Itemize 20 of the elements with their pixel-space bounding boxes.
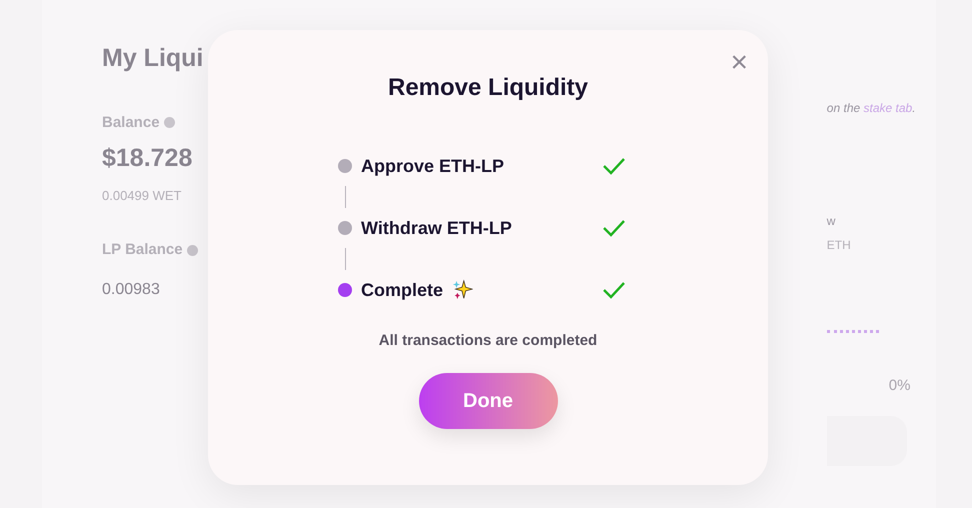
lp-balance-label: LP Balance <box>102 240 183 260</box>
section-title: My Liqui <box>102 43 204 74</box>
step-label: Withdraw ETH-LP <box>361 216 512 240</box>
close-button[interactable]: × <box>726 48 752 78</box>
balance-weth: 0.00499 WET <box>102 186 182 204</box>
balance-label: Balance <box>102 112 160 132</box>
column-value: ETH <box>826 237 852 254</box>
modal-title: Remove Liquidity <box>388 73 588 103</box>
percent-value: 0% <box>888 376 912 396</box>
hint-text: on the stake tab. <box>826 100 917 117</box>
balance-value: $18.728 <box>102 143 194 174</box>
column-label: w <box>826 213 836 230</box>
lp-balance-value: 0.00983 <box>102 280 161 300</box>
help-icon <box>164 117 175 128</box>
status-message: All transactions are completed <box>378 331 598 351</box>
dotted-line <box>826 330 879 333</box>
done-button[interactable]: Done <box>418 372 558 428</box>
step-label: Approve ETH-LP <box>361 154 504 178</box>
step-label: Complete <box>361 278 444 302</box>
help-icon <box>186 244 198 256</box>
